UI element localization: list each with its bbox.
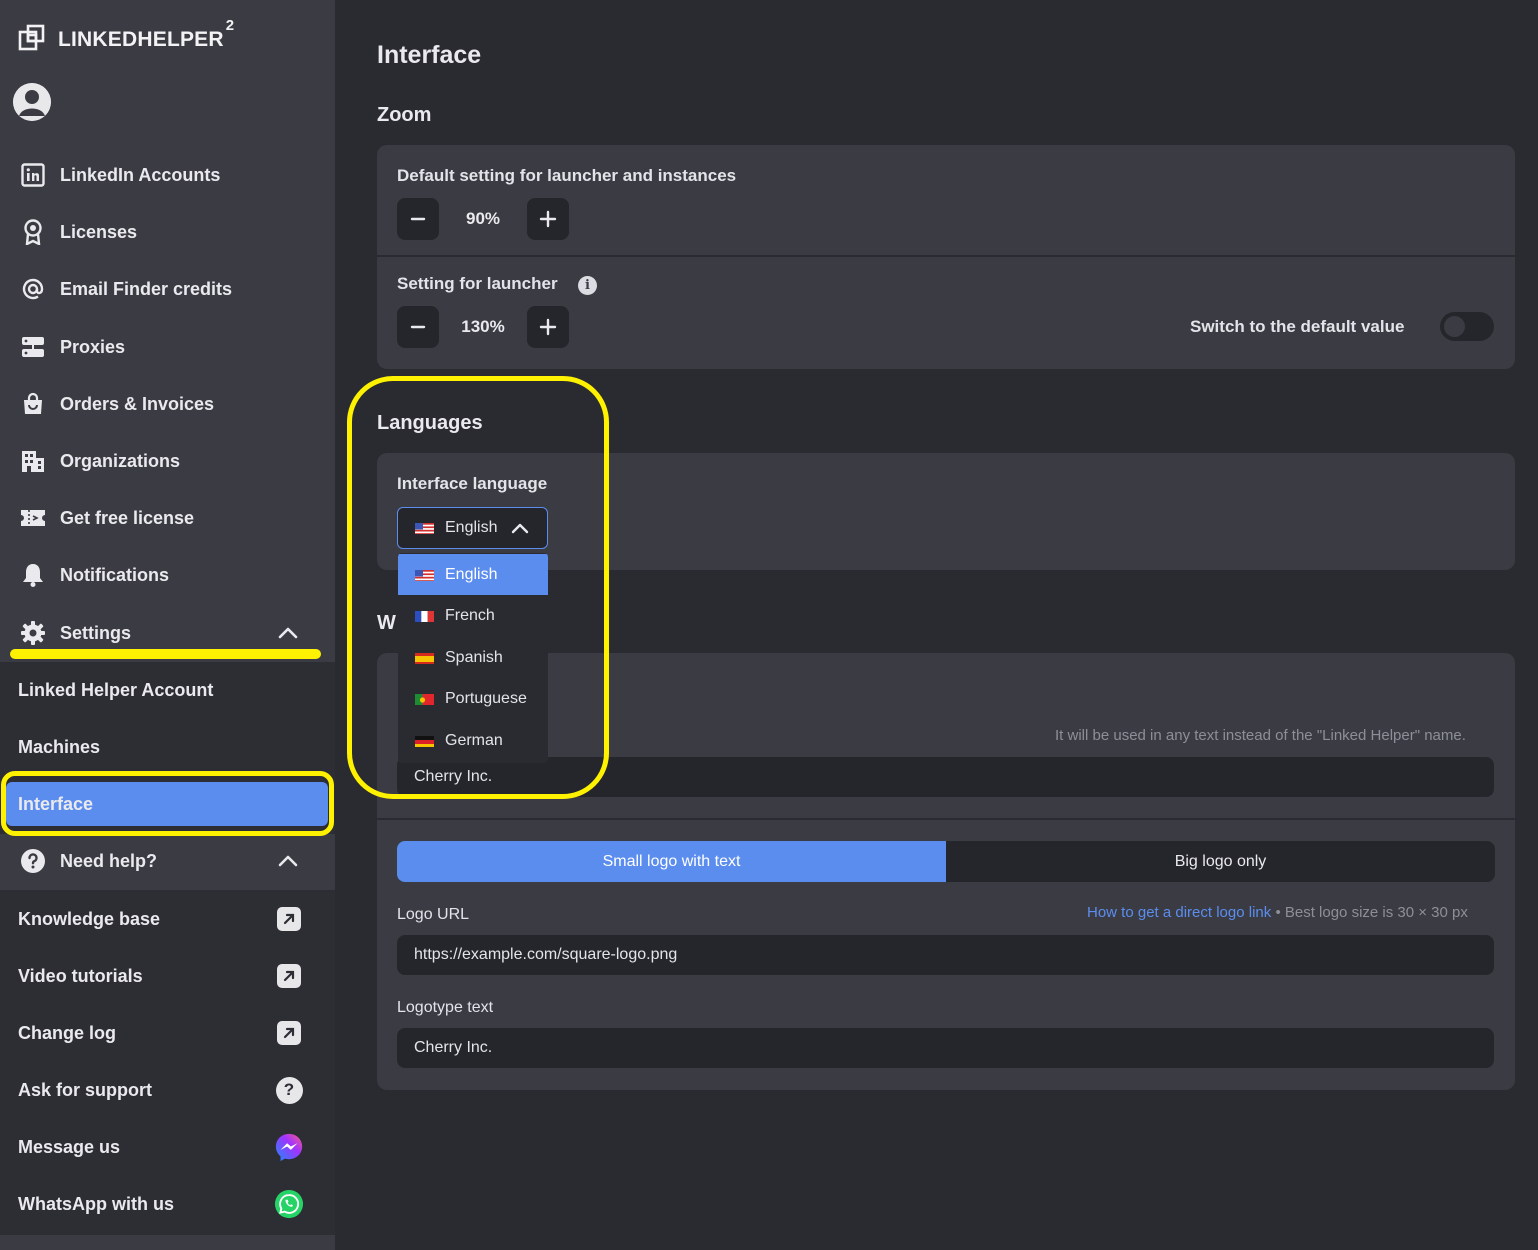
- default-zoom-value: 90%: [465, 209, 501, 228]
- avatar[interactable]: [13, 83, 51, 121]
- switch-default-label: Switch to the default value: [1190, 317, 1405, 336]
- brand-name: LINKEDHELPER2: [58, 16, 235, 51]
- logotype-text-label: Logotype text: [397, 999, 494, 1016]
- sidebar-item-email-finder-credits[interactable]: Email Finder credits: [0, 267, 335, 311]
- server-icon: [20, 334, 46, 360]
- chevron-up-icon[interactable]: [276, 849, 300, 873]
- page-title: Interface: [377, 41, 482, 69]
- default-zoom-decrease-button[interactable]: [397, 198, 439, 240]
- sidebar-item-orders-invoices[interactable]: Orders & Invoices: [0, 382, 335, 426]
- logo-mode-small-logo-with-text[interactable]: Small logo with text: [397, 841, 946, 882]
- chevron-up-icon[interactable]: [276, 621, 300, 645]
- name-hint: It will be used in any text instead of t…: [1055, 727, 1466, 744]
- divider: [377, 255, 1515, 257]
- linkedhelper-logo-icon: [18, 24, 45, 51]
- gear-icon: [20, 620, 46, 646]
- messenger-icon: [274, 1132, 304, 1162]
- sidebar-item-proxies[interactable]: Proxies: [0, 325, 335, 369]
- plus-icon: [539, 318, 557, 336]
- logo-url-input[interactable]: https://example.com/square-logo.png: [397, 935, 1494, 975]
- sidebar-item-licenses[interactable]: Licenses: [0, 210, 335, 254]
- highlight-underline: [10, 649, 321, 659]
- award-icon: [20, 219, 46, 245]
- minus-icon: [410, 325, 426, 329]
- sidebar: LINKEDHELPER2 LinkedIn Accounts Licenses…: [0, 0, 335, 1250]
- brand-logo[interactable]: LINKEDHELPER2: [18, 16, 235, 52]
- at-icon: [20, 276, 46, 302]
- logotype-text-input[interactable]: Cherry Inc.: [397, 1028, 1494, 1068]
- sidebar-item-message-us[interactable]: Message us: [0, 1125, 335, 1169]
- external-link-icon: [274, 1018, 304, 1048]
- question-icon: ?: [274, 1075, 304, 1105]
- info-icon[interactable]: i: [578, 276, 597, 295]
- help-submenu: Knowledge base Video tutorials Change lo…: [0, 890, 335, 1235]
- launcher-zoom-label: Setting for launcher: [397, 274, 558, 293]
- highlight-oval: [347, 376, 609, 799]
- sidebar-item-video-tutorials[interactable]: Video tutorials: [0, 954, 335, 998]
- whatsapp-icon: [274, 1189, 304, 1219]
- sidebar-item-knowledge-base[interactable]: Knowledge base: [0, 897, 335, 941]
- shopping-bag-icon: [20, 391, 46, 417]
- external-link-icon: [274, 961, 304, 991]
- question-circle-icon: [20, 848, 46, 874]
- sidebar-item-get-free-license[interactable]: Get free license: [0, 496, 335, 540]
- sidebar-item-whatsapp[interactable]: WhatsApp with us: [0, 1182, 335, 1226]
- sidebar-item-change-log[interactable]: Change log: [0, 1011, 335, 1055]
- launcher-zoom-decrease-button[interactable]: [397, 306, 439, 348]
- sidebar-item-linkedin-accounts[interactable]: LinkedIn Accounts: [0, 153, 335, 197]
- plus-icon: [539, 210, 557, 228]
- section-title-zoom: Zoom: [377, 104, 432, 126]
- sidebar-item-notifications[interactable]: Notifications: [0, 553, 335, 597]
- linkedin-icon: [20, 162, 46, 188]
- bell-icon: [20, 562, 46, 588]
- highlight-box: [1, 771, 334, 836]
- switch-default-toggle[interactable]: [1440, 312, 1494, 341]
- sidebar-item-linked-helper-account[interactable]: Linked Helper Account: [0, 668, 335, 712]
- minus-icon: [410, 217, 426, 221]
- sidebar-item-machines[interactable]: Machines: [0, 725, 335, 769]
- sidebar-item-need-help[interactable]: Need help?: [0, 839, 335, 883]
- launcher-zoom-value: 130%: [461, 317, 505, 336]
- sidebar-item-ask-for-support[interactable]: Ask for support ?: [0, 1068, 335, 1112]
- default-zoom-increase-button[interactable]: [527, 198, 569, 240]
- user-icon: [13, 83, 51, 121]
- external-link-icon: [274, 904, 304, 934]
- sidebar-item-organizations[interactable]: Organizations: [0, 439, 335, 483]
- logo-url-label: Logo URL: [397, 906, 470, 923]
- toggle-knob: [1444, 316, 1465, 337]
- logo-mode-big-logo-only[interactable]: Big logo only: [946, 841, 1495, 882]
- building-icon: [20, 448, 46, 474]
- default-zoom-label: Default setting for launcher and instanc…: [397, 166, 737, 185]
- launcher-zoom-increase-button[interactable]: [527, 306, 569, 348]
- logo-link-help[interactable]: How to get a direct logo link: [1087, 904, 1271, 921]
- logo-url-hint: How to get a direct logo link • Best log…: [1087, 904, 1468, 921]
- divider: [377, 818, 1515, 820]
- ticket-icon: [20, 505, 46, 531]
